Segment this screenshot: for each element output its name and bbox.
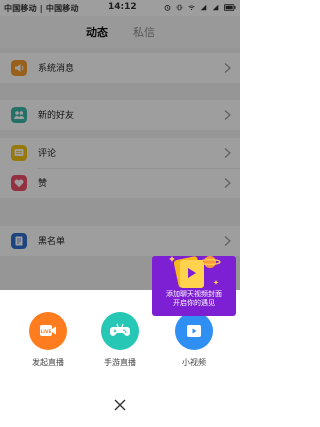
video-icon [175,312,213,350]
gamepad-icon [101,312,139,350]
live-icon: LIVE [29,312,67,350]
short-video-button[interactable]: 小视频 [164,312,224,368]
promo-tooltip[interactable]: 添加聊天视频封面 开启你的遇见 [152,256,236,316]
action-label: 手游直播 [104,358,136,367]
svg-text:LIVE: LIVE [40,329,51,335]
start-live-button[interactable]: LIVE 发起直播 [18,312,78,368]
promo-line-1: 添加聊天视频封面 [166,290,222,298]
promo-line-2: 开启你的遇见 [173,299,215,307]
close-icon[interactable] [112,397,128,413]
action-label: 发起直播 [32,358,64,367]
message-screen: 中国移动 | 中国移动 14:12 动态 私信 系统消息 新的好友 评论 赞 黑… [0,0,240,427]
promo-text: 添加聊天视频封面 开启你的遇见 [152,290,236,308]
action-label: 小视频 [182,358,206,367]
video-cover-illustration-icon [169,256,221,288]
modal-overlay[interactable] [0,0,240,290]
game-live-button[interactable]: 手游直播 [90,312,150,368]
